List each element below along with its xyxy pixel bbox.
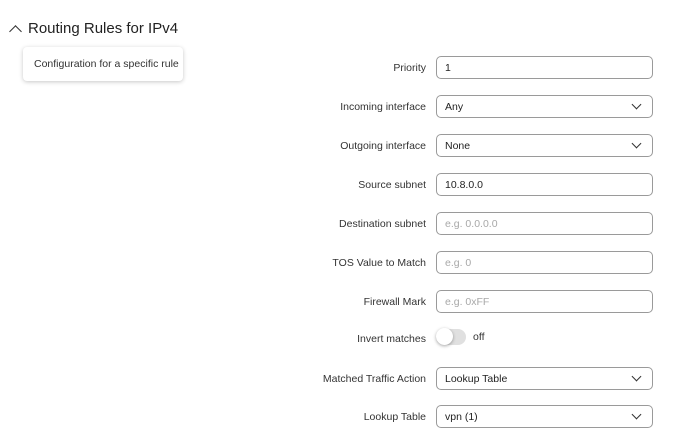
invert-matches-control: off (436, 328, 485, 345)
source-subnet-label: Source subnet (358, 179, 426, 191)
source-subnet-row: Source subnet (0, 173, 690, 197)
matched-traffic-action-value: Lookup Table (445, 372, 508, 385)
firewall-mark-field[interactable] (436, 290, 653, 313)
destination-subnet-label: Destination subnet (339, 218, 426, 230)
invert-matches-label: Invert matches (357, 333, 426, 345)
firewall-mark-input[interactable] (445, 295, 652, 308)
source-subnet-input[interactable] (445, 178, 652, 191)
tos-label: TOS Value to Match (332, 257, 426, 269)
chevron-down-icon (631, 409, 642, 420)
toggle-knob (436, 328, 453, 345)
chevron-down-icon (631, 99, 642, 110)
incoming-interface-row: Incoming interface Any (0, 95, 690, 119)
incoming-interface-label: Incoming interface (340, 101, 426, 113)
tos-row: TOS Value to Match (0, 251, 690, 275)
source-subnet-field[interactable] (436, 173, 653, 196)
destination-subnet-field[interactable] (436, 212, 653, 235)
chevron-up-icon[interactable] (9, 24, 22, 38)
firewall-mark-label: Firewall Mark (363, 296, 426, 308)
firewall-mark-row: Firewall Mark (0, 290, 690, 314)
section-title: Routing Rules for IPv4 (28, 20, 179, 37)
lookup-table-select[interactable]: vpn (1) (436, 405, 653, 428)
outgoing-interface-row: Outgoing interface None (0, 134, 690, 158)
priority-row: Priority (0, 56, 690, 80)
matched-traffic-action-label: Matched Traffic Action (322, 373, 426, 385)
invert-matches-toggle[interactable] (436, 328, 466, 345)
section-header[interactable]: Routing Rules for IPv4 (8, 20, 179, 38)
destination-subnet-row: Destination subnet (0, 212, 690, 236)
lookup-table-label: Lookup Table (363, 411, 426, 423)
incoming-interface-select[interactable]: Any (436, 95, 653, 118)
outgoing-interface-value: None (445, 139, 471, 152)
incoming-interface-value: Any (445, 100, 464, 113)
tos-input[interactable] (445, 256, 652, 269)
outgoing-interface-label: Outgoing interface (340, 140, 426, 152)
invert-matches-row: Invert matches off (0, 327, 690, 351)
chevron-down-icon (631, 138, 642, 149)
matched-traffic-action-row: Matched Traffic Action Lookup Table (0, 367, 690, 391)
lookup-table-row: Lookup Table vpn (1) (0, 405, 690, 429)
matched-traffic-action-select[interactable]: Lookup Table (436, 367, 653, 390)
chevron-down-icon (631, 371, 642, 382)
destination-subnet-input[interactable] (445, 217, 652, 230)
outgoing-interface-select[interactable]: None (436, 134, 653, 157)
priority-label: Priority (393, 62, 426, 74)
priority-input[interactable] (445, 61, 652, 74)
lookup-table-value: vpn (1) (445, 410, 478, 423)
priority-field[interactable] (436, 56, 653, 79)
invert-matches-state: off (473, 331, 485, 343)
tos-field[interactable] (436, 251, 653, 274)
